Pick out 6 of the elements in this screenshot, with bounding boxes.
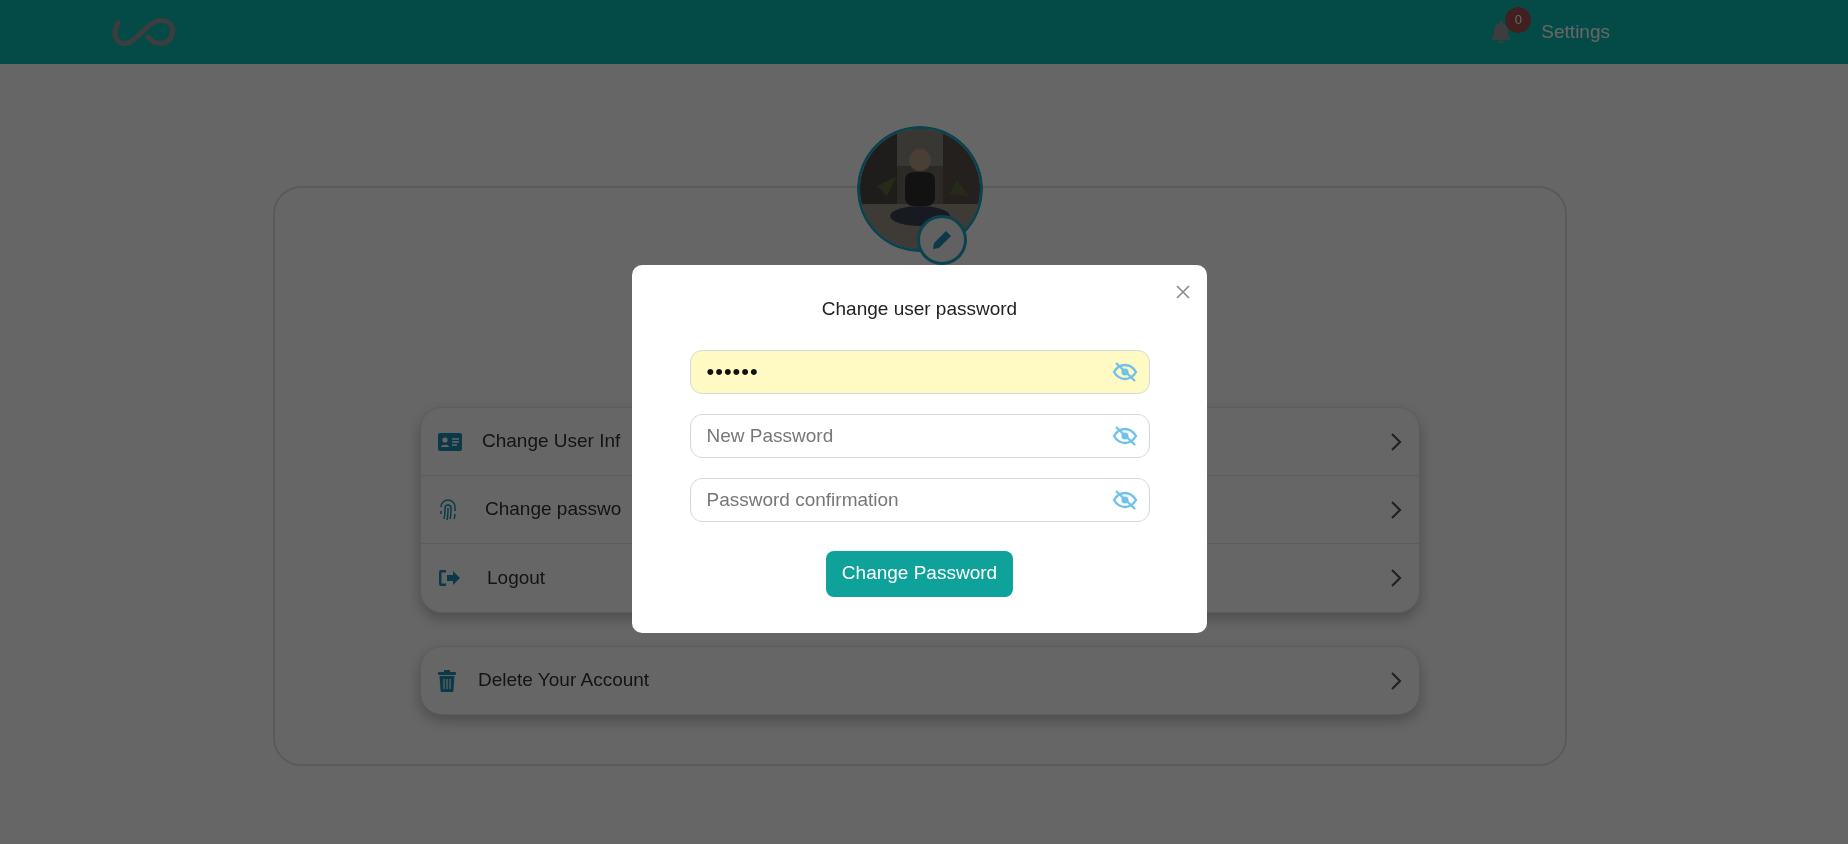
- menu-label: Delete Your Account: [478, 668, 650, 693]
- menu-label: Change User Inf: [482, 429, 621, 454]
- notification-badge: 0: [1505, 7, 1532, 33]
- menu-label: Logout: [487, 565, 546, 590]
- menu-label: Change passwo: [485, 497, 622, 522]
- dialog-title: Change user password: [821, 297, 1018, 321]
